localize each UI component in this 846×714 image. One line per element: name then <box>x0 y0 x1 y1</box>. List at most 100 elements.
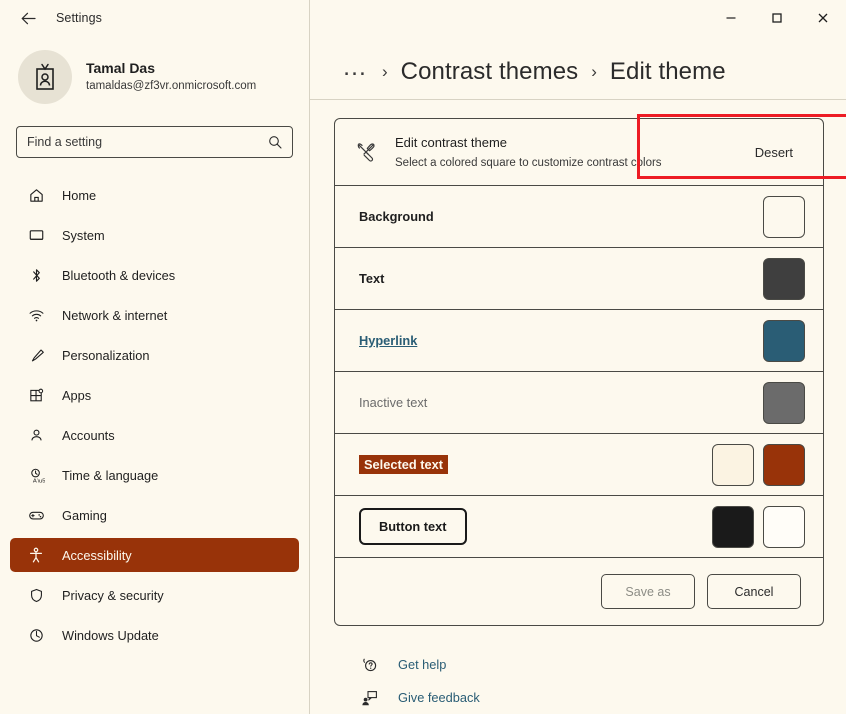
cancel-button[interactable]: Cancel <box>707 574 801 609</box>
sidebar-item-network-internet[interactable]: Network & internet <box>10 298 299 332</box>
close-button[interactable] <box>800 0 846 36</box>
footer-links: Get help Give feedback <box>334 626 824 714</box>
shield-icon <box>26 585 46 605</box>
search-icon[interactable] <box>268 135 282 149</box>
avatar <box>18 50 72 104</box>
row-label: Text <box>359 271 385 286</box>
sidebar-item-gaming[interactable]: Gaming <box>10 498 299 532</box>
give-feedback-link[interactable]: Give feedback <box>360 681 824 714</box>
home-icon <box>26 185 46 205</box>
sidebar-item-label: Bluetooth & devices <box>62 267 176 283</box>
settings-window: Settings Tamal Das tamaldas@zf3vr.onmicr… <box>0 0 846 714</box>
row-label: Selected text <box>359 455 448 474</box>
footer-link-label: Give feedback <box>398 690 480 705</box>
gamepad-icon <box>26 505 46 525</box>
account-tile[interactable]: Tamal Das tamaldas@zf3vr.onmicrosoft.com <box>0 36 309 104</box>
clock-language-icon: A \u5b57 <box>26 465 46 485</box>
sidebar-item-label: Home <box>62 187 97 203</box>
edit-theme-panel: Edit contrast theme Select a colored squ… <box>310 100 846 714</box>
breadcrumb-parent-link[interactable]: Contrast themes <box>401 58 579 86</box>
breadcrumb-overflow-button[interactable]: … <box>342 55 369 83</box>
sidebar-item-privacy-security[interactable]: Privacy & security <box>10 578 299 612</box>
minimize-button[interactable] <box>708 0 754 36</box>
breadcrumb-separator: › <box>591 62 597 81</box>
sidebar-item-label: Personalization <box>62 347 150 363</box>
hyperlink-swatch[interactable] <box>763 319 805 362</box>
close-icon <box>818 13 828 23</box>
breadcrumb: … › Contrast themes › Edit theme <box>310 36 846 92</box>
theme-name-value: Desert <box>754 144 793 160</box>
sidebar-item-label: Time & language <box>62 467 159 483</box>
button-text-swatch[interactable] <box>712 505 754 548</box>
search-input[interactable] <box>27 135 268 149</box>
sidebar-item-label: Privacy & security <box>62 587 164 603</box>
sidebar-titlebar: Settings <box>0 0 309 36</box>
sidebar-item-personalization[interactable]: Personalization <box>10 338 299 372</box>
svg-text:A: A <box>32 478 36 484</box>
sidebar-item-accessibility[interactable]: Accessibility <box>5 538 299 572</box>
sidebar-item-system[interactable]: System <box>10 218 299 252</box>
color-row-hyperlink: Hyperlink <box>335 309 823 371</box>
sidebar-item-accounts[interactable]: Accounts <box>10 418 299 452</box>
display-icon <box>26 225 46 245</box>
row-label: Inactive text <box>359 395 428 410</box>
selected-text-background-swatch[interactable] <box>763 443 805 486</box>
app-title: Settings <box>56 11 102 25</box>
color-row-inactive-text: Inactive text <box>335 371 823 433</box>
sidebar-item-label: Network & internet <box>62 307 168 323</box>
back-arrow-icon <box>21 12 36 24</box>
edit-contrast-theme-header[interactable]: Edit contrast theme Select a colored squ… <box>335 119 823 185</box>
get-help-link[interactable]: Get help <box>360 648 824 681</box>
search-box[interactable] <box>16 126 293 158</box>
edit-theme-title: Edit contrast theme <box>395 135 507 151</box>
sidebar-item-time-language[interactable]: A \u5b57 Time & language <box>10 458 299 492</box>
edit-theme-subtitle: Select a colored square to customize con… <box>395 157 662 170</box>
color-row-background: Background <box>335 185 823 247</box>
apps-icon <box>26 385 46 405</box>
sidebar-item-label: Apps <box>62 387 92 403</box>
page-title: Edit theme <box>609 58 726 85</box>
feedback-icon <box>360 688 380 708</box>
selected-text-foreground-swatch[interactable] <box>712 443 754 486</box>
edit-theme-icon <box>351 137 381 167</box>
account-email: tamaldas@zf3vr.onmicrosoft.com <box>86 80 257 93</box>
inactive-text-swatch[interactable] <box>763 381 805 424</box>
edit-theme-card: Edit contrast theme Select a colored squ… <box>334 118 824 626</box>
color-row-button-text: Button text <box>335 495 823 557</box>
bluetooth-icon <box>26 265 46 285</box>
row-label: Background <box>359 209 434 224</box>
contact-card-icon <box>36 63 54 90</box>
paintbrush-icon <box>26 345 46 365</box>
sidebar-item-label: Gaming <box>62 507 107 523</box>
card-actions: Save as Cancel <box>335 557 823 625</box>
maximize-icon <box>772 13 782 23</box>
row-label: Hyperlink <box>359 333 418 348</box>
breadcrumb-separator: › <box>382 62 388 81</box>
back-button[interactable] <box>14 4 42 32</box>
svg-text:\u5b57: \u5b57 <box>37 478 45 484</box>
sidebar-item-bluetooth-devices[interactable]: Bluetooth & devices <box>10 258 299 292</box>
background-swatch[interactable] <box>763 195 805 238</box>
button-background-swatch[interactable] <box>763 505 805 548</box>
footer-link-label: Get help <box>398 657 447 672</box>
sidebar-item-label: Accessibility <box>62 547 132 563</box>
color-row-selected-text: Selected text <box>335 433 823 495</box>
sidebar-nav: Home System Bluetooth & devices Network … <box>0 178 309 652</box>
sidebar-item-home[interactable]: Home <box>10 178 299 212</box>
save-as-button[interactable]: Save as <box>601 574 695 609</box>
minimize-icon <box>726 17 736 19</box>
wifi-icon <box>26 305 46 325</box>
sidebar-item-label: Windows Update <box>62 627 159 643</box>
window-controls <box>310 0 846 36</box>
sidebar-item-label: Accounts <box>62 427 115 443</box>
button-text-sample[interactable]: Button text <box>359 508 467 545</box>
sidebar-item-label: System <box>62 227 105 243</box>
maximize-button[interactable] <box>754 0 800 36</box>
text-swatch[interactable] <box>763 257 805 300</box>
main-content: … › Contrast themes › Edit theme Edit co… <box>310 0 846 714</box>
sidebar-item-apps[interactable]: Apps <box>10 378 299 412</box>
help-icon <box>360 655 380 675</box>
accessibility-icon <box>26 545 46 565</box>
update-icon <box>26 625 46 645</box>
sidebar-item-windows-update[interactable]: Windows Update <box>10 618 299 652</box>
